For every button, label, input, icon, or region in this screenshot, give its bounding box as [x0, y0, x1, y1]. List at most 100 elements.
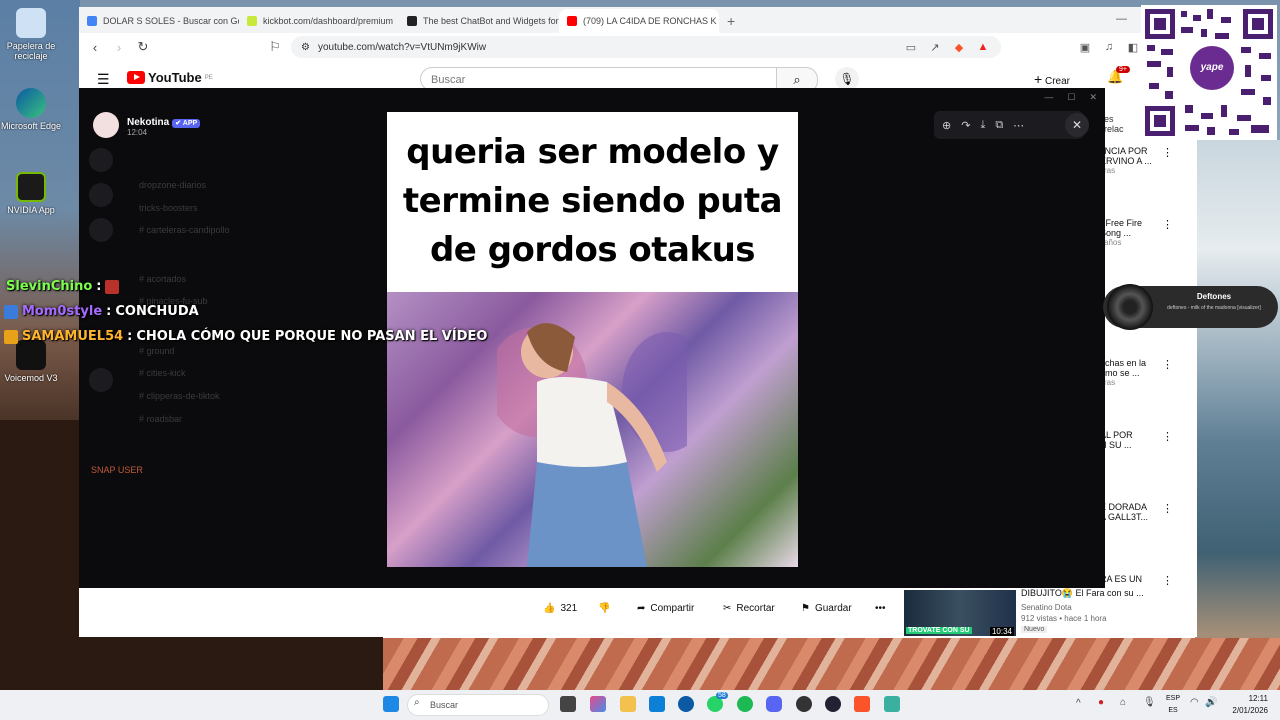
clip-button[interactable]: ✂ Recortar [723, 597, 775, 621]
voicemod-desktop-icon[interactable]: Voicemod V3 [0, 340, 62, 383]
notepad-icon[interactable] [884, 696, 900, 712]
open-external-icon[interactable]: ⧉ [995, 119, 1003, 132]
wallet-icon[interactable]: ▣ [1077, 41, 1093, 54]
ghost-channel: # carteleras-candipollo [139, 225, 230, 235]
snap-user-label: SNAP USER [91, 465, 143, 475]
task-view-icon[interactable] [560, 696, 576, 712]
media-icon[interactable]: ♫ [1101, 41, 1117, 53]
minimize-icon[interactable]: — [1044, 92, 1053, 103]
video-title: DIBUJITO😭 El Fara con su ... [1021, 588, 1144, 598]
recycle-bin-icon[interactable]: Papelera de reciclaje [0, 8, 62, 61]
tab-kickbot[interactable]: kickbot.com/dashboard/premium [239, 9, 399, 33]
edge-desktop-icon[interactable]: Microsoft Edge [0, 88, 62, 131]
more-options-icon[interactable]: ⋮ [1162, 430, 1173, 443]
more-options-icon[interactable]: ⋮ [1162, 146, 1173, 159]
tab-bar: DOLAR S SOLES - Buscar con Google kickbo… [79, 7, 1197, 33]
thumbs-down-icon: 👎 [598, 603, 611, 614]
app-badge: ✔ APP [172, 118, 201, 128]
sidebar-icon[interactable]: ◧ [1125, 41, 1141, 54]
ghost-channel: # ground [139, 346, 175, 356]
taskbar-search[interactable]: Buscar [407, 694, 549, 716]
close-icon[interactable]: ✕ [1089, 92, 1097, 103]
more-options-icon[interactable]: ⋮ [1162, 502, 1173, 515]
clip-label: Recortar [736, 603, 775, 614]
brave-rewards-icon[interactable]: ▲ [975, 41, 991, 53]
plus-icon: + [1034, 71, 1043, 87]
minimize-icon[interactable]: — [1116, 13, 1127, 25]
recommended-video-info[interactable]: DIBUJITO😭 El Fara con su ... Senatino Do… [1021, 588, 1191, 633]
ghost-server-icon [89, 148, 113, 172]
hamburger-icon[interactable]: ☰ [97, 71, 110, 88]
cast-icon[interactable]: ▭ [903, 41, 919, 54]
more-options-icon[interactable]: ⋮ [1162, 358, 1173, 371]
reload-icon[interactable]: ↻ [135, 39, 151, 55]
bookmark-icon[interactable]: ⚐ [267, 39, 283, 55]
tab-label: The best ChatBot and Widgets for K [423, 16, 559, 26]
copilot-icon[interactable] [590, 696, 606, 712]
back-icon[interactable]: ‹ [87, 40, 103, 55]
share-icon[interactable]: ↗ [927, 41, 943, 54]
site-info-icon[interactable]: ⚙ [301, 42, 310, 53]
chat-line: SlevinChino : [6, 279, 120, 294]
zoom-icon[interactable]: ⊕ [942, 119, 951, 132]
nvidia-label: NVIDIA App [7, 205, 55, 215]
language-indicator[interactable]: ESP ES [1163, 693, 1183, 717]
notification-badge: 9+ [1116, 66, 1130, 73]
avatar[interactable] [93, 112, 119, 138]
chat-separator: : [96, 279, 102, 294]
youtube-logo-text: YouTube [148, 70, 202, 85]
more-options-icon[interactable]: ⋮ [1162, 574, 1173, 587]
mic-tray-icon[interactable]: 🎙 [1143, 697, 1156, 708]
chevron-up-icon[interactable]: ^ [1076, 698, 1081, 709]
taskbar: Buscar ⌕ 58 ^ ● ⌂ 🎙 ESP ES ◠ 🔊 12:11 2/0… [0, 690, 1280, 720]
youtube-logo[interactable]: YouTube PE [127, 70, 213, 85]
now-playing-popup[interactable]: Deftones deftones - milk of the madonna … [1103, 284, 1278, 330]
ghost-channel: # clipperas-de-tiktok [139, 391, 220, 401]
brave-shield-icon[interactable]: ◆ [951, 41, 967, 54]
address-bar[interactable]: ⚙ youtube.com/watch?v=VtUNm9jKWiw ▭ ↗ ◆ … [291, 36, 1001, 58]
new-tab-button[interactable]: + [719, 9, 743, 33]
edge-icon[interactable] [678, 696, 694, 712]
chat-username: Mom0style [22, 304, 103, 319]
download-icon[interactable]: ⤓ [980, 119, 985, 132]
like-button[interactable]: 👍 321 [543, 597, 577, 621]
more-options-icon[interactable]: ⋮ [1162, 218, 1173, 231]
store-icon[interactable] [649, 696, 665, 712]
discord-icon[interactable] [766, 696, 782, 712]
tab-label: (709) LA C4IDA DE RONCHAS K [583, 16, 717, 26]
share-button[interactable]: ➦ Compartir [637, 597, 694, 621]
save-button[interactable]: ⚑ Guardar [801, 597, 852, 621]
layout-code: ES [1168, 707, 1178, 714]
forward-icon[interactable]: ↷ [961, 119, 970, 132]
ghost-channel: dropzone-diarios [139, 180, 207, 190]
volume-icon[interactable]: 🔊 [1205, 697, 1217, 708]
app-icon[interactable] [825, 696, 841, 712]
author-name[interactable]: Nekotina [127, 117, 169, 128]
kickbot-icon [247, 16, 257, 26]
obs-icon[interactable] [796, 696, 812, 712]
spotify-icon[interactable] [737, 696, 753, 712]
mic-icon: 🎙 [839, 72, 855, 86]
recommended-video-thumb[interactable]: TROVATE CON SU 10:34 [904, 590, 1020, 638]
clock[interactable]: 12:11 2/01/2026 [1220, 693, 1268, 717]
forward-icon[interactable]: › [111, 40, 127, 55]
more-actions-button[interactable]: ••• [875, 597, 886, 621]
tab-youtube[interactable]: (709) LA C4IDA DE RONCHAS K ✕ [559, 9, 719, 33]
wifi-icon[interactable]: ◠ [1190, 697, 1199, 708]
image-author: Nekotina ✔ APP 12:04 [93, 112, 201, 138]
tab-chatbot[interactable]: The best ChatBot and Widgets for K [399, 9, 559, 33]
related-chip[interactable]: es relac [1104, 114, 1134, 134]
maximize-icon[interactable]: ☐ [1067, 92, 1075, 103]
more-icon[interactable]: ⋯ [1013, 119, 1024, 132]
clock-time: 12:11 [1248, 694, 1268, 703]
dislike-button[interactable]: 👎 [598, 597, 610, 621]
tray-app-icon[interactable]: ● [1098, 697, 1104, 708]
nvidia-desktop-icon[interactable]: NVIDIA App [0, 172, 62, 215]
close-viewer-button[interactable]: ✕ [1065, 113, 1089, 137]
windows-start-icon[interactable] [383, 696, 399, 712]
brave-icon[interactable] [854, 696, 870, 712]
file-explorer-icon[interactable] [620, 696, 636, 712]
tab-google[interactable]: DOLAR S SOLES - Buscar con Google [79, 9, 239, 33]
network-icon[interactable]: ⌂ [1120, 697, 1126, 708]
save-label: Guardar [814, 603, 852, 614]
